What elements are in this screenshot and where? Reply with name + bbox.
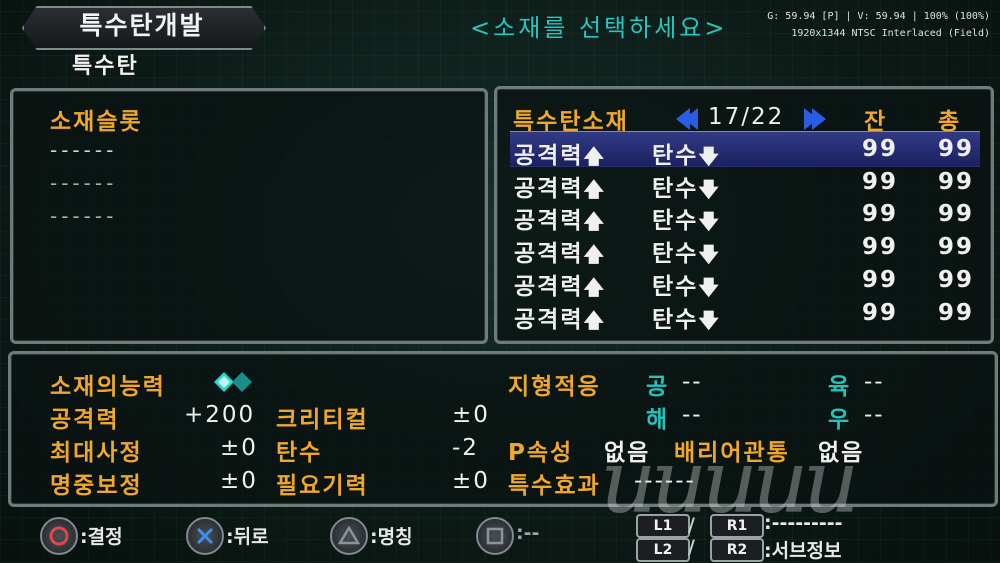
material-slot-2[interactable]: ------ bbox=[50, 171, 117, 195]
stat1-label: 공격력 bbox=[514, 208, 584, 234]
triangle-button-icon[interactable] bbox=[330, 517, 368, 555]
energy-value: ±0 bbox=[452, 468, 490, 494]
max-range-value: ±0 bbox=[220, 435, 258, 461]
diamond-icon bbox=[214, 372, 252, 392]
stat2-label: 탄수 bbox=[652, 274, 699, 300]
r2-button[interactable]: R2 bbox=[710, 538, 764, 562]
total-value: 99 bbox=[938, 136, 975, 162]
triangle-button-label: :명칭 bbox=[370, 526, 413, 548]
page-prev-icon-2 bbox=[684, 108, 698, 130]
r1-button[interactable]: R1 bbox=[710, 514, 764, 538]
p-attribute-label: P속성 bbox=[508, 440, 574, 466]
total-value: 99 bbox=[938, 300, 975, 326]
down-arrow-icon: 🡇 bbox=[698, 242, 721, 266]
r1-label: :--------- bbox=[764, 512, 843, 534]
stat2-label: 탄수 bbox=[652, 208, 699, 234]
stat1-label: 공격력 bbox=[514, 241, 584, 267]
material-row[interactable]: 공격력🡅 탄수🡇 99 99 bbox=[514, 265, 975, 300]
l2-button[interactable]: L2 bbox=[636, 538, 690, 562]
page-indicator: 17/22 bbox=[708, 104, 785, 130]
up-arrow-icon: 🡅 bbox=[583, 144, 607, 168]
terrain-sea-label: 해 bbox=[646, 407, 670, 433]
material-row[interactable]: 공격력🡅 탄수🡇 99 99 bbox=[514, 298, 975, 333]
material-row[interactable]: 공격력🡅 탄수🡇 99 99 bbox=[514, 134, 975, 169]
cross-button-label: :뒤로 bbox=[226, 526, 269, 548]
special-effect-label: 특수효과 bbox=[508, 473, 601, 499]
critical-label: 크리티컬 bbox=[276, 407, 369, 433]
selection-prompt: <소재를 선택하세요> bbox=[470, 14, 728, 42]
ammo-label: 탄수 bbox=[276, 440, 323, 466]
total-value: 99 bbox=[938, 267, 975, 293]
stat1-label: 공격력 bbox=[514, 274, 584, 300]
down-arrow-icon: 🡇 bbox=[698, 209, 721, 233]
terrain-space-label: 우 bbox=[828, 407, 852, 433]
overlay-resolution: 1920x1344 NTSC Interlaced (Field) bbox=[791, 28, 990, 39]
total-value: 99 bbox=[938, 169, 975, 195]
terrain-label: 지형적응 bbox=[508, 374, 601, 400]
stat2-label: 탄수 bbox=[652, 143, 699, 169]
stat2-label: 탄수 bbox=[652, 307, 699, 333]
terrain-land-label: 육 bbox=[828, 374, 852, 400]
total-value: 99 bbox=[938, 234, 975, 260]
up-arrow-icon: 🡅 bbox=[583, 275, 607, 299]
attack-value: +200 bbox=[184, 402, 256, 428]
screen-title: 특수탄개발 bbox=[79, 11, 205, 40]
down-arrow-icon: 🡇 bbox=[698, 275, 721, 299]
remaining-value: 99 bbox=[862, 234, 899, 260]
material-row[interactable]: 공격력🡅 탄수🡇 99 99 bbox=[514, 232, 975, 267]
square-button-icon[interactable] bbox=[476, 517, 514, 555]
attack-label: 공격력 bbox=[50, 407, 120, 433]
remaining-value: 99 bbox=[862, 201, 899, 227]
terrain-space-value: -- bbox=[864, 402, 885, 428]
accuracy-value: ±0 bbox=[220, 468, 258, 494]
down-arrow-icon: 🡇 bbox=[698, 308, 721, 332]
material-slot-1[interactable]: ------ bbox=[50, 138, 117, 162]
material-slot-title: 소재슬롯 bbox=[50, 109, 143, 135]
remaining-value: 99 bbox=[862, 136, 899, 162]
r2-label: :서브정보 bbox=[764, 540, 842, 562]
stat2-label: 탄수 bbox=[652, 241, 699, 267]
ability-title: 소재의능력 bbox=[50, 374, 166, 400]
square-button-label: :-- bbox=[516, 522, 540, 544]
material-row[interactable]: 공격력🡅 탄수🡇 99 99 bbox=[514, 167, 975, 202]
terrain-air-value: -- bbox=[682, 369, 703, 395]
terrain-air-label: 공 bbox=[646, 374, 670, 400]
down-arrow-icon: 🡇 bbox=[698, 177, 721, 201]
up-arrow-icon: 🡅 bbox=[583, 209, 607, 233]
terrain-sea-value: -- bbox=[682, 402, 703, 428]
up-arrow-icon: 🡅 bbox=[583, 242, 607, 266]
remaining-value: 99 bbox=[862, 300, 899, 326]
max-range-label: 최대사정 bbox=[50, 440, 143, 466]
slash-divider: / bbox=[688, 536, 695, 558]
circle-button-label: :결정 bbox=[80, 526, 123, 548]
remaining-value: 99 bbox=[862, 169, 899, 195]
down-arrow-icon: 🡇 bbox=[698, 144, 721, 168]
stat1-label: 공격력 bbox=[514, 307, 584, 333]
critical-value: ±0 bbox=[452, 402, 490, 428]
total-value: 99 bbox=[938, 201, 975, 227]
ammo-value: -2 bbox=[452, 435, 479, 461]
remaining-value: 99 bbox=[862, 267, 899, 293]
page-next-icon-2 bbox=[812, 108, 826, 130]
screen-subtitle: 특수탄 bbox=[72, 54, 139, 79]
accuracy-label: 명중보정 bbox=[50, 473, 143, 499]
terrain-land-value: -- bbox=[864, 369, 885, 395]
stat1-label: 공격력 bbox=[514, 143, 584, 169]
cross-button-icon[interactable] bbox=[186, 517, 224, 555]
up-arrow-icon: 🡅 bbox=[583, 308, 607, 332]
l1-button[interactable]: L1 bbox=[636, 514, 690, 538]
material-slot-3[interactable]: ------ bbox=[50, 204, 117, 228]
circle-button-icon[interactable] bbox=[40, 517, 78, 555]
up-arrow-icon: 🡅 bbox=[583, 177, 607, 201]
emulator-overlay: G: 59.94 [P] | V: 59.94 | 100% (100%) 19… bbox=[767, 8, 990, 42]
energy-label: 필요기력 bbox=[276, 473, 369, 499]
overlay-framerate: G: 59.94 [P] | V: 59.94 | 100% (100%) bbox=[767, 11, 990, 22]
material-row[interactable]: 공격력🡅 탄수🡇 99 99 bbox=[514, 199, 975, 234]
slash-divider: / bbox=[688, 514, 695, 536]
